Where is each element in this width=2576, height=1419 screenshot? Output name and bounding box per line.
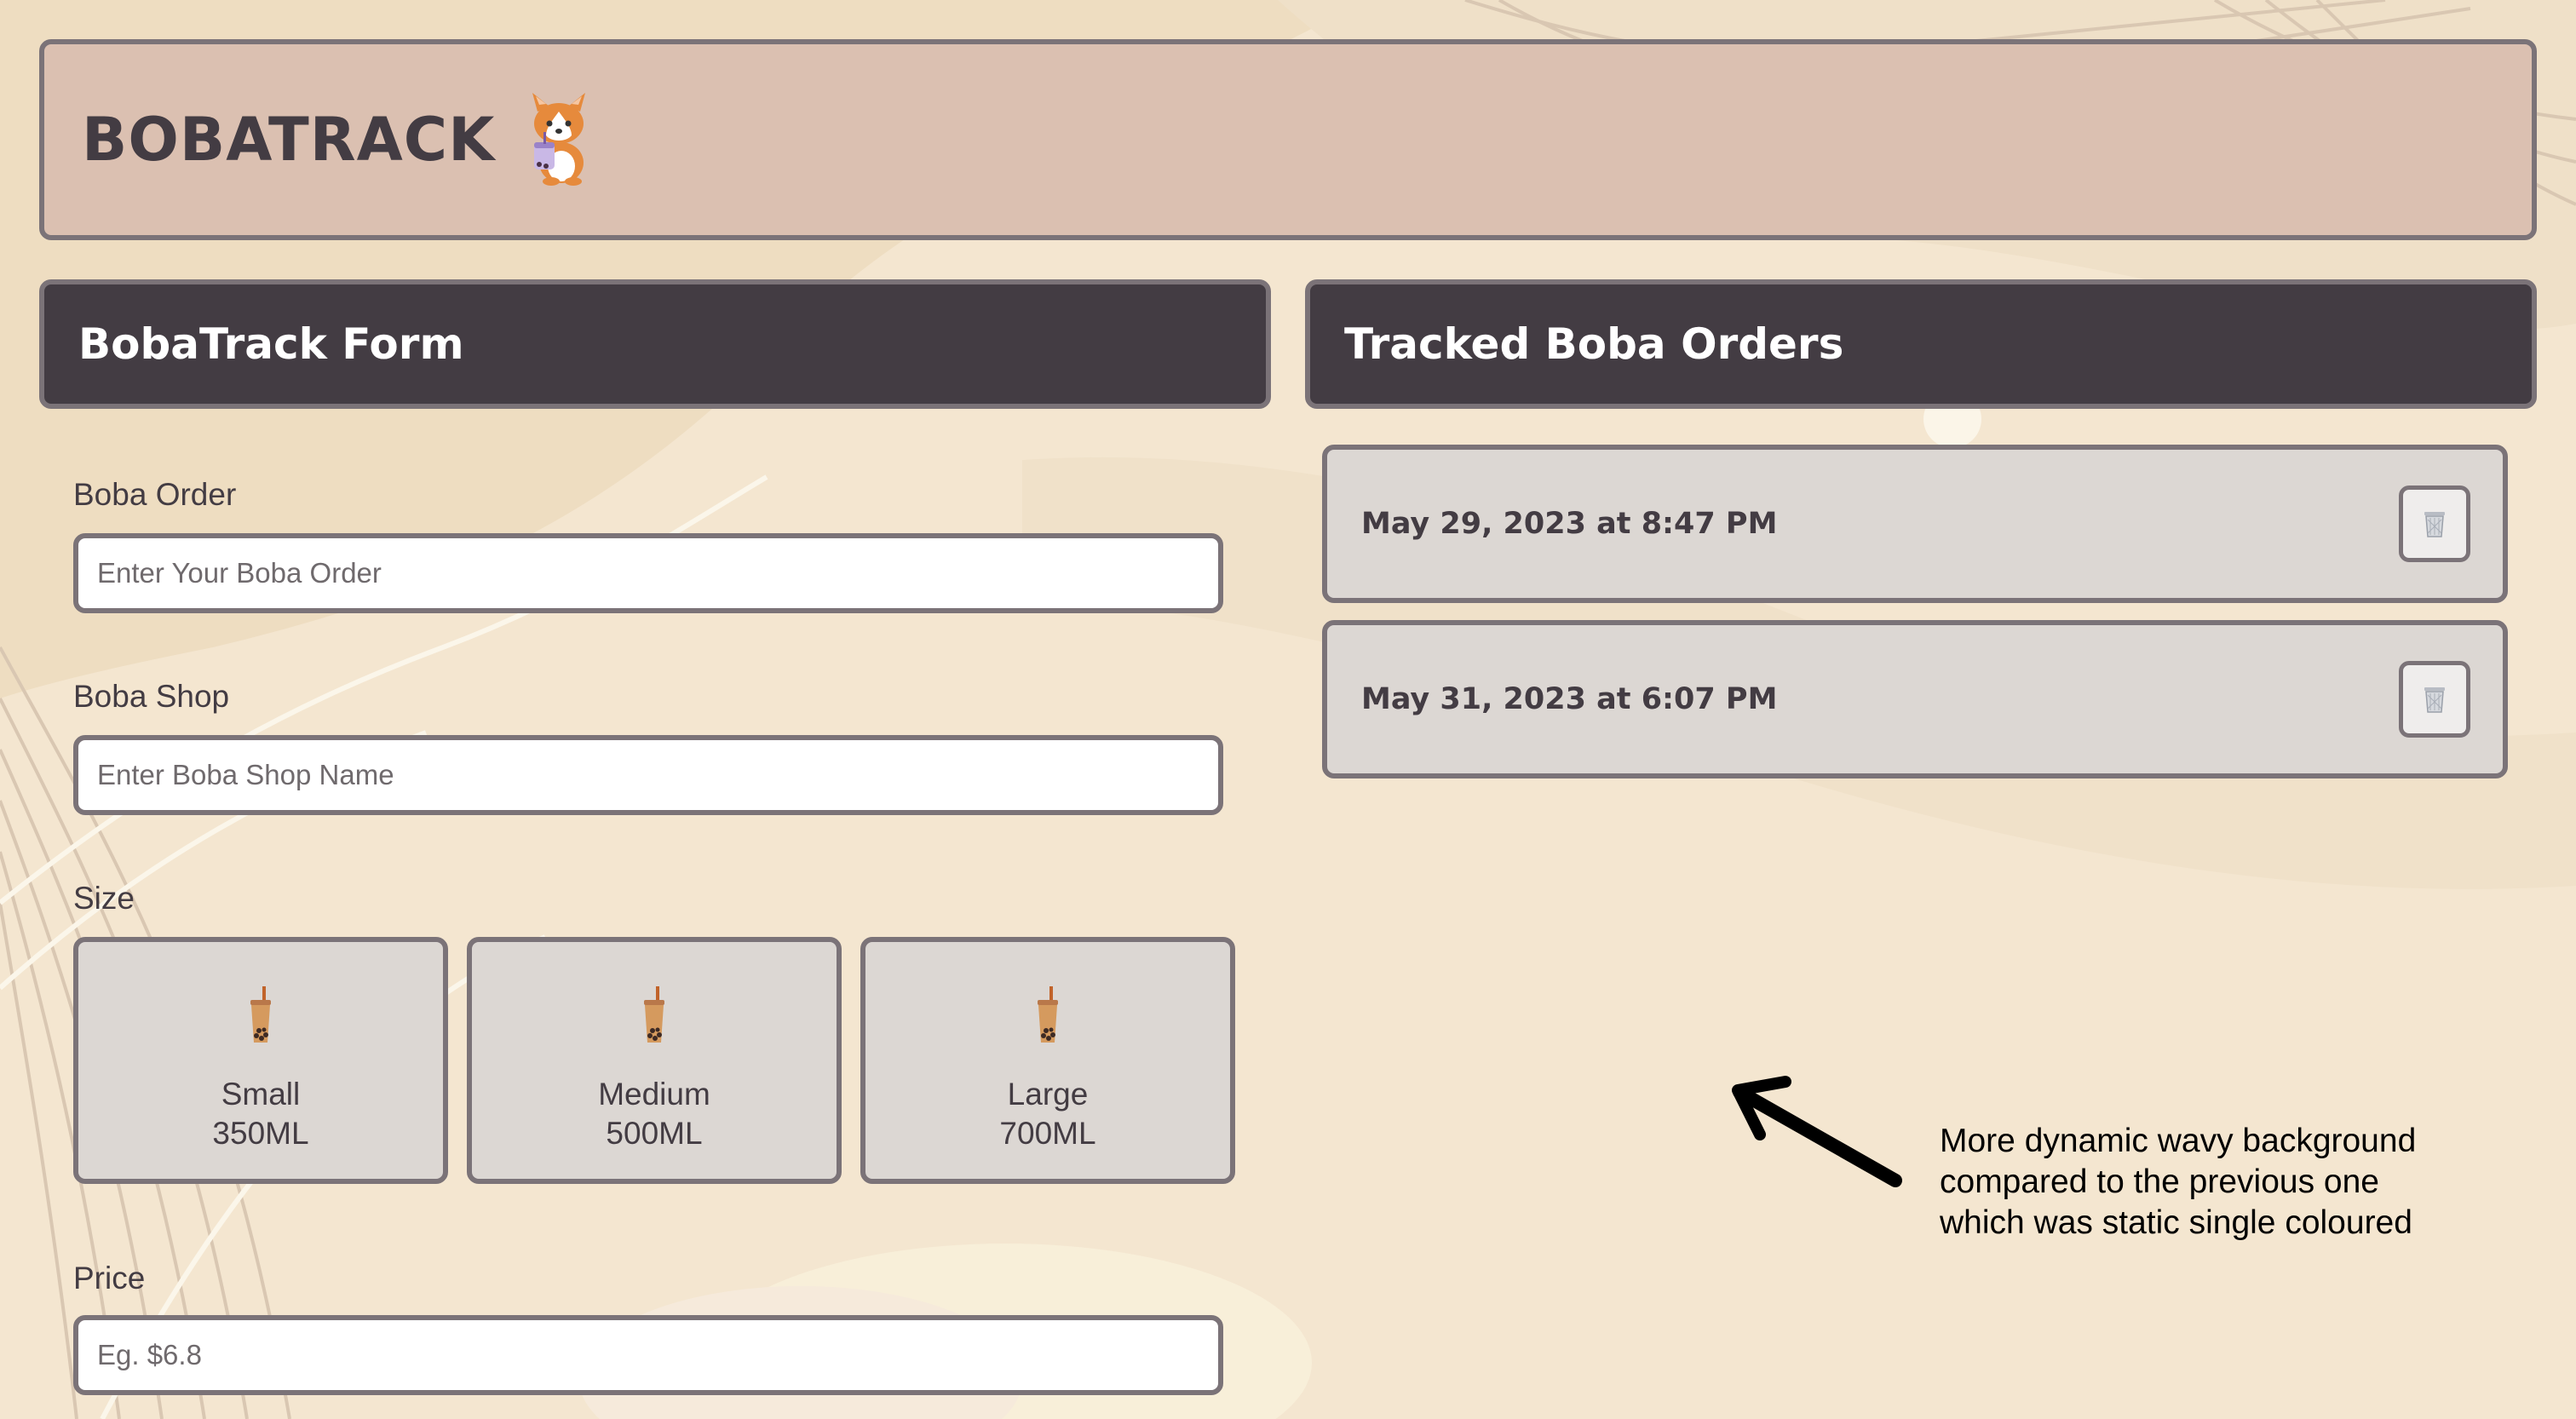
price-label: Price	[73, 1261, 146, 1295]
size-volume: 350ML	[212, 1116, 309, 1151]
boba-shop-input[interactable]	[73, 735, 1223, 815]
size-name: Medium	[598, 1077, 710, 1112]
boba-order-input[interactable]	[73, 533, 1223, 613]
app-title: BOBATRACK	[82, 105, 496, 175]
size-name: Large	[1007, 1077, 1089, 1112]
boba-shop-label: Boba Shop	[73, 679, 230, 714]
boba-cup-icon	[1038, 986, 1058, 1043]
orders-heading: Tracked Boba Orders	[1344, 319, 1844, 369]
size-volume: 500ML	[606, 1116, 703, 1151]
trash-icon	[2424, 687, 2445, 713]
size-label: Size	[73, 881, 135, 916]
delete-order-button[interactable]	[2399, 485, 2470, 562]
order-list-item: May 29, 2023 at 8:47 PM	[1322, 445, 2508, 603]
order-date: May 29, 2023 at 8:47 PM	[1361, 507, 1778, 541]
order-date: May 31, 2023 at 6:07 PM	[1361, 682, 1778, 716]
size-option-large[interactable]: Large 700ML	[860, 937, 1235, 1184]
corgi-with-boba-icon	[532, 93, 586, 186]
trash-icon	[2424, 512, 2445, 537]
order-list-item: May 31, 2023 at 6:07 PM	[1322, 620, 2508, 778]
arrow-icon	[1732, 1076, 1902, 1187]
delete-order-button[interactable]	[2399, 661, 2470, 738]
price-input[interactable]	[73, 1315, 1223, 1395]
boba-order-label: Boba Order	[73, 477, 237, 512]
size-option-medium[interactable]: Medium 500ML	[467, 937, 842, 1184]
app-header: BOBATRACK	[39, 39, 2537, 240]
form-heading: BobaTrack Form	[78, 319, 464, 369]
boba-cup-icon	[644, 986, 664, 1043]
annotation-note: More dynamic wavy background compared to…	[1940, 1123, 2417, 1241]
form-section-header: BobaTrack Form	[39, 279, 1271, 409]
size-option-small[interactable]: Small 350ML	[73, 937, 448, 1184]
size-name: Small	[221, 1077, 301, 1112]
boba-cup-icon	[250, 986, 271, 1043]
orders-section-header: Tracked Boba Orders	[1305, 279, 2537, 409]
size-volume: 700ML	[999, 1116, 1096, 1151]
